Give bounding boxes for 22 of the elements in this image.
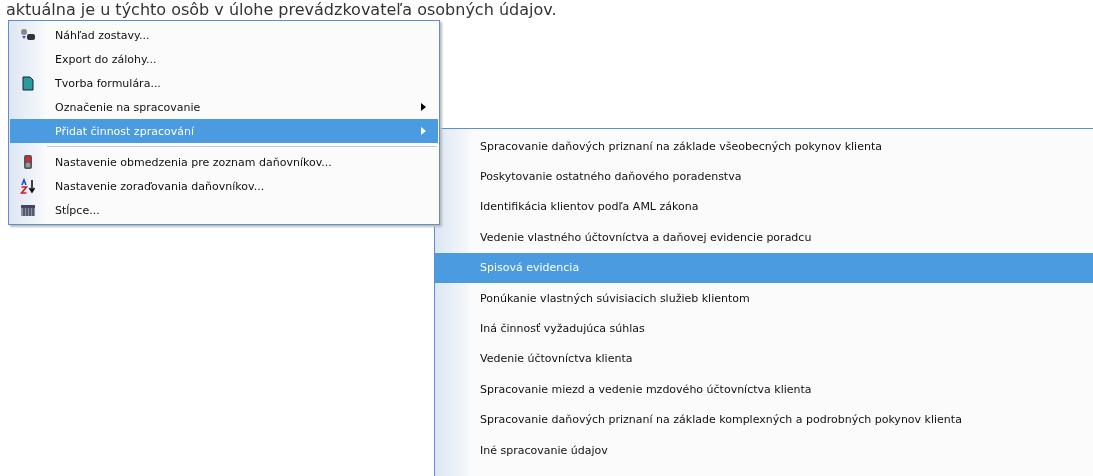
menu-item[interactable]: Náhľad zostavy... bbox=[10, 23, 438, 47]
preview-icon bbox=[20, 28, 36, 42]
traffic-light-icon bbox=[23, 154, 33, 170]
menu-item[interactable]: Označenie na spracovanie bbox=[10, 95, 438, 119]
sort-icon bbox=[20, 178, 36, 194]
menu-item[interactable]: Tvorba formulára... bbox=[10, 71, 438, 95]
submenu-item[interactable]: Vedenie vlastného účtovníctva a daňovej evidencie poradcu bbox=[435, 222, 1093, 253]
submenu-item[interactable]: Spracovanie daňových priznaní na základe komplexných a podrobných pokynov klienta bbox=[435, 404, 1093, 435]
submenu-item[interactable]: Spracovanie miezd a vedenie mzdového účtovníctva klienta bbox=[435, 374, 1093, 405]
submenu-item[interactable]: Iná činnosť vyžadujúca súhlas bbox=[435, 313, 1093, 344]
submenu-item[interactable]: Ponúkanie vlastných súvisiacich služieb klientom bbox=[435, 282, 1093, 314]
menu-item[interactable]: Nastavenie zoraďovania daňovníkov... bbox=[10, 174, 438, 198]
columns-icon bbox=[20, 203, 36, 217]
background-text: aktuálna je u týchto osôb v úlohe prevádzkovateľa osobných údajov. bbox=[5, 0, 558, 20]
menu-item[interactable]: Nastavenie obmedzenia pre zoznam daňovníkov... bbox=[10, 150, 438, 174]
document-icon bbox=[22, 75, 34, 91]
submenu-item[interactable]: Vedenie účtovníctva klienta bbox=[435, 343, 1093, 375]
menu-item[interactable]: Export do zálohy... bbox=[10, 47, 438, 71]
submenu-arrow-icon bbox=[421, 103, 426, 111]
menu-item[interactable]: Stĺpce... bbox=[10, 198, 438, 222]
submenu-arrow-icon bbox=[421, 127, 426, 135]
submenu-item[interactable]: Iné spracovanie údajov bbox=[435, 434, 1093, 466]
